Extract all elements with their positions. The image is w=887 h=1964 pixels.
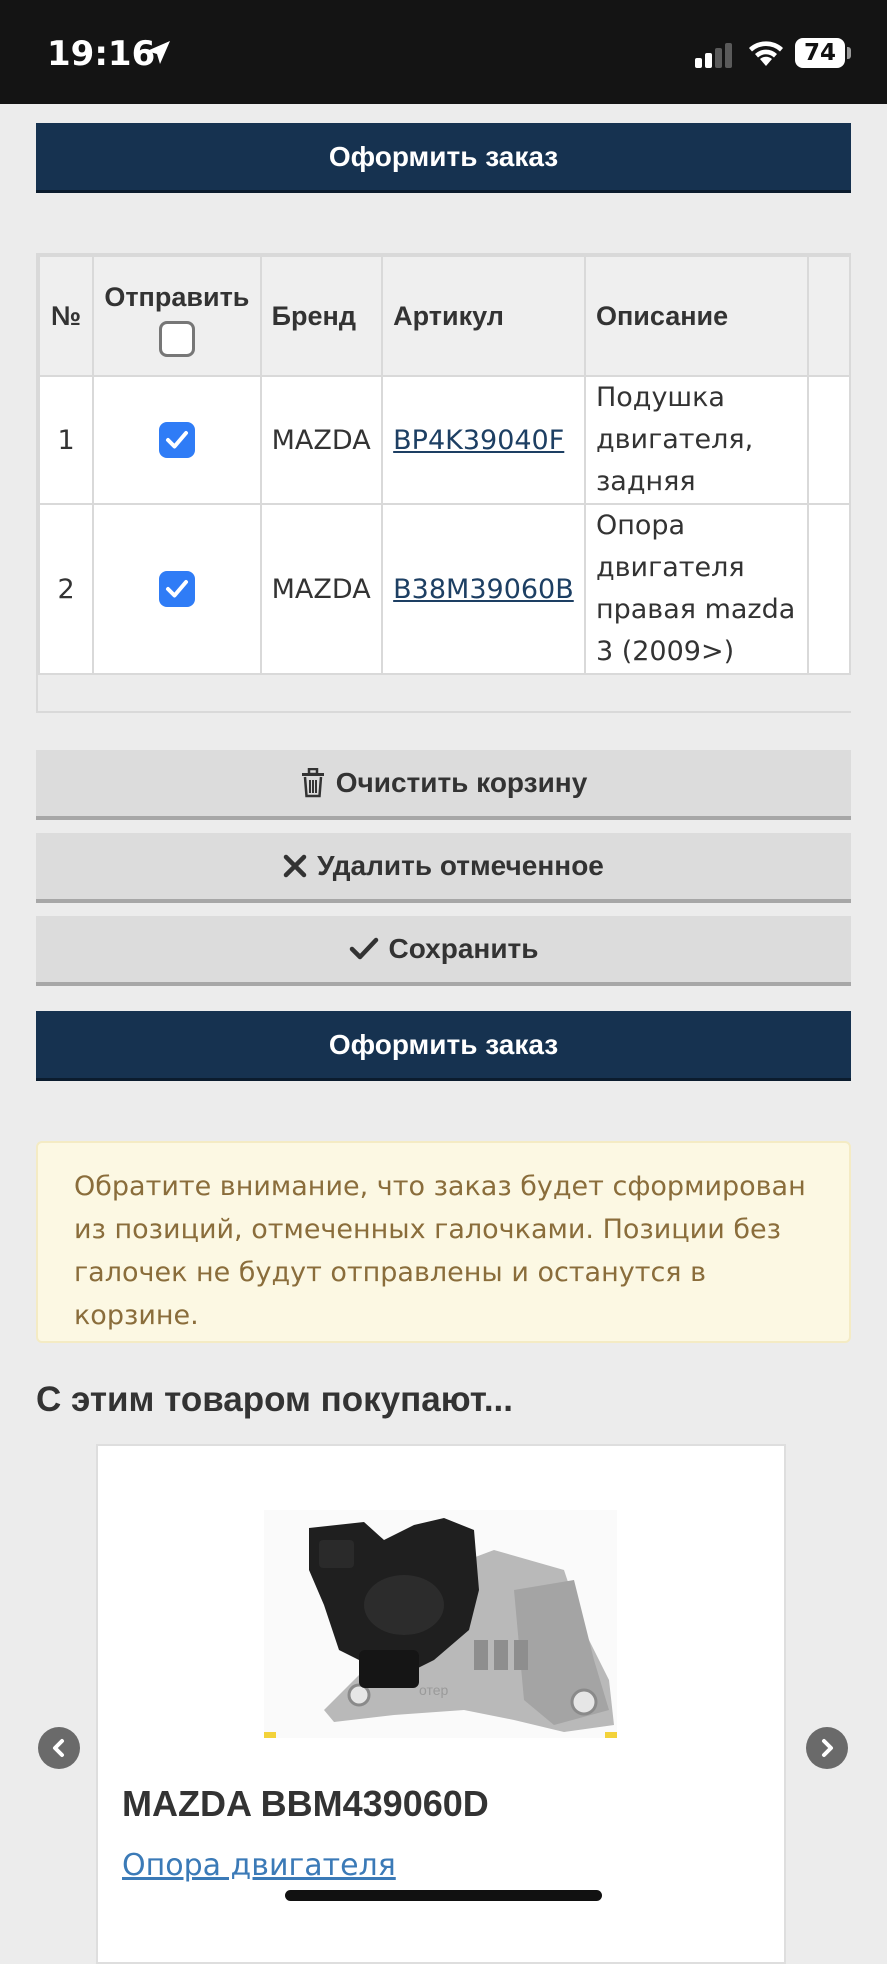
row-brand: MAZDA [259, 375, 384, 505]
chevron-right-icon [822, 1739, 833, 1757]
checkmark-icon [165, 431, 188, 449]
checkout-button-label: Оформить заказ [328, 1028, 559, 1060]
order-notice-text: Обратите внимание, что заказ будет сформ… [74, 1171, 806, 1331]
header-send-label: Отправить [104, 281, 250, 312]
table-row: 1 MAZDA BP4K39040F Подушка двигателя, за… [38, 375, 851, 505]
home-indicator [285, 1890, 602, 1901]
save-button[interactable]: Сохранить [36, 916, 851, 986]
close-icon [283, 854, 307, 878]
row-sku-cell: B38M39060B [381, 503, 586, 675]
header-send: Отправить [92, 255, 262, 377]
location-arrow-icon [147, 41, 170, 64]
status-time: 19:16 [47, 34, 156, 74]
trash-icon [301, 768, 324, 798]
row-brand: MAZDA [259, 503, 384, 675]
product-image-watermark: отер [419, 1682, 449, 1698]
header-sku: Артикул [381, 255, 586, 377]
row-checkbox[interactable] [158, 571, 195, 607]
row-number: 1 [38, 375, 95, 505]
status-bar: 19:16 74 [0, 0, 887, 104]
delete-selected-button[interactable]: Удалить отмеченное [36, 833, 851, 903]
row-extra [806, 375, 851, 505]
chevron-left-icon [53, 1739, 64, 1757]
table-row: 2 MAZDA B38M39060B Опора двигателя права… [38, 503, 851, 675]
product-card[interactable]: отер MAZDA BBM439060D Опора двигателя [96, 1444, 786, 1964]
row-extra [806, 503, 851, 675]
wifi-icon [749, 41, 783, 66]
sku-link[interactable]: BP4K39040F [393, 425, 564, 456]
product-image[interactable]: отер [264, 1510, 617, 1738]
cellular-signal-icon [695, 43, 732, 68]
product-description-link[interactable]: Опора двигателя [122, 1848, 396, 1883]
order-notice: Обратите внимание, что заказ будет сформ… [36, 1141, 851, 1343]
checkout-button-label: Оформить заказ [328, 140, 559, 172]
product-title[interactable]: MAZDA BBM439060D [122, 1783, 489, 1825]
clear-cart-button[interactable]: Очистить корзину [36, 750, 851, 820]
header-description: Описание [583, 255, 809, 377]
row-number: 2 [38, 503, 95, 675]
header-extra [806, 255, 851, 377]
checkmark-icon [165, 580, 188, 598]
select-all-checkbox[interactable] [158, 320, 195, 357]
carousel-prev-button[interactable] [38, 1727, 80, 1769]
carousel-next-button[interactable] [806, 1727, 848, 1769]
battery-tip [847, 47, 851, 59]
battery-level: 74 [803, 40, 836, 66]
checkout-button-bottom[interactable]: Оформить заказ [36, 1011, 851, 1081]
row-send-cell [92, 375, 262, 505]
header-brand: Бренд [259, 255, 384, 377]
checkout-button-top[interactable]: Оформить заказ [36, 123, 851, 193]
row-send-cell [92, 503, 262, 675]
row-sku-cell: BP4K39040F [381, 375, 586, 505]
save-label: Сохранить [388, 933, 539, 964]
clear-cart-label: Очистить корзину [335, 767, 588, 798]
row-checkbox[interactable] [158, 422, 195, 458]
sku-link[interactable]: B38M39060B [393, 574, 574, 605]
header-number: № [38, 255, 95, 377]
cart-table: № Отправить Бренд Артикул Описание 1 MAZ… [36, 253, 851, 713]
battery-indicator: 74 [795, 38, 845, 68]
related-section-title: С этим товаром покупают... [36, 1380, 513, 1419]
row-description: Подушка двигателя, задняя [583, 375, 809, 505]
delete-selected-label: Удалить отмеченное [317, 850, 604, 881]
row-description: Опора двигателя правая mazda 3 (2009>) [583, 503, 809, 675]
check-icon [349, 937, 378, 960]
